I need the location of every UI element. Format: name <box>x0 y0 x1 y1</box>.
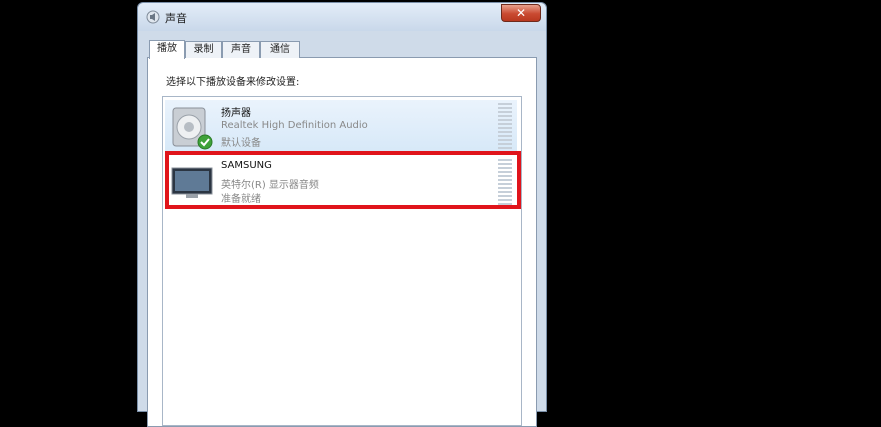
device-name: 扬声器 <box>221 108 251 119</box>
sound-icon <box>146 10 160 24</box>
tab-communications[interactable]: 通信 <box>260 41 300 58</box>
dialog-body: 选择以下播放设备来修改设置: 扬声器 Realtek High Definiti… <box>147 40 537 427</box>
highlight-annotation <box>165 151 521 209</box>
title-bar[interactable]: 声音 ✕ <box>138 3 546 31</box>
tab-recording[interactable]: 录制 <box>185 41 222 58</box>
volume-level-meter <box>498 103 512 149</box>
device-list[interactable]: 扬声器 Realtek High Definition Audio 默认设备 S… <box>162 96 522 426</box>
playback-panel: 选择以下播放设备来修改设置: 扬声器 Realtek High Definiti… <box>147 57 537 427</box>
default-check-icon <box>197 134 213 150</box>
device-description: Realtek High Definition Audio <box>221 120 368 131</box>
window-title: 声音 <box>165 12 187 25</box>
tab-sounds[interactable]: 声音 <box>222 41 260 58</box>
instruction-text: 选择以下播放设备来修改设置: <box>166 77 300 88</box>
device-item-speaker[interactable]: 扬声器 Realtek High Definition Audio 默认设备 <box>165 100 517 154</box>
device-status: 默认设备 <box>221 138 261 149</box>
tab-playback[interactable]: 播放 <box>149 40 185 59</box>
close-button[interactable]: ✕ <box>501 4 541 22</box>
